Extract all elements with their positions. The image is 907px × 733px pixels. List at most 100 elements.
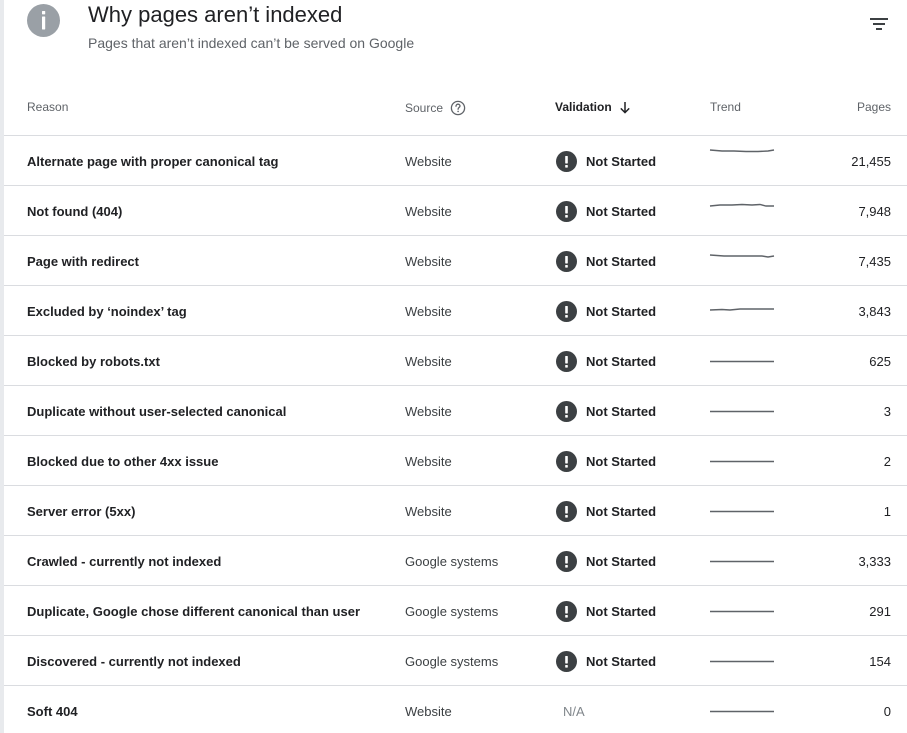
validation-label: Not Started bbox=[586, 303, 657, 319]
alert-icon bbox=[556, 150, 577, 172]
alert-icon bbox=[556, 450, 577, 472]
row-validation-status: Not Started bbox=[556, 336, 656, 386]
table-row[interactable]: Page with redirect Website Not Started 7,43… bbox=[4, 236, 907, 286]
validation-label: Not Started bbox=[586, 603, 657, 619]
row-reason: Duplicate, Google chose different canoni… bbox=[27, 603, 361, 619]
report-header: Why pages aren’t indexed Pages that aren… bbox=[0, 0, 907, 88]
row-pages-count: 154 bbox=[869, 653, 891, 669]
row-source: Google systems bbox=[405, 553, 499, 569]
row-pages-count: 1 bbox=[883, 503, 891, 519]
page-subtitle: Pages that aren’t indexed can’t be serve… bbox=[88, 35, 415, 51]
column-trend: Trend bbox=[710, 100, 741, 114]
row-reason: Blocked due to other 4xx issue bbox=[27, 453, 219, 469]
alert-icon bbox=[556, 300, 577, 322]
table-row[interactable]: Alternate page with proper canonical tag… bbox=[4, 136, 907, 186]
page-title: Why pages aren’t indexed bbox=[88, 2, 343, 27]
row-reason: Duplicate without user-selected canonica… bbox=[27, 403, 287, 419]
filter-icon bbox=[870, 18, 888, 30]
row-validation-status: Not Started bbox=[556, 236, 656, 286]
row-source: Website bbox=[405, 503, 452, 519]
row-source: Website bbox=[405, 703, 452, 719]
help-icon[interactable] bbox=[450, 100, 466, 116]
row-source: Website bbox=[405, 353, 452, 369]
table-row[interactable]: Soft 404 Website N/A 0 bbox=[4, 686, 907, 733]
info-icon bbox=[27, 4, 60, 37]
table-row[interactable]: Discovered - currently not indexed Google… bbox=[4, 636, 907, 686]
alert-icon bbox=[556, 650, 577, 672]
row-reason: Discovered - currently not indexed bbox=[27, 653, 241, 669]
validation-label: Not Started bbox=[586, 253, 657, 269]
row-reason: Excluded by ‘noindex’ tag bbox=[27, 303, 187, 319]
table-row[interactable]: Duplicate without user-selected canonica… bbox=[4, 386, 907, 436]
alert-icon bbox=[556, 200, 577, 222]
row-source: Website bbox=[405, 303, 452, 319]
table-row[interactable]: Duplicate, Google chose different canoni… bbox=[4, 586, 907, 636]
row-validation-status: N/A bbox=[563, 686, 585, 733]
row-source: Website bbox=[405, 253, 452, 269]
row-pages-count: 3 bbox=[883, 403, 891, 419]
table-header: Reason Source Validation Trend Pages bbox=[4, 84, 907, 136]
issues-table: Reason Source Validation Trend Pages Alt… bbox=[4, 84, 907, 733]
validation-label: N/A bbox=[563, 703, 585, 719]
row-validation-status: Not Started bbox=[556, 636, 656, 686]
column-reason[interactable]: Reason bbox=[27, 100, 68, 114]
validation-label: Not Started bbox=[586, 153, 657, 169]
row-reason: Soft 404 bbox=[27, 703, 78, 719]
validation-label: Not Started bbox=[586, 453, 657, 469]
table-row[interactable]: Not found (404) Website Not Started 7,948 bbox=[4, 186, 907, 236]
row-validation-status: Not Started bbox=[556, 186, 656, 236]
column-validation-sorted[interactable]: Validation bbox=[555, 100, 631, 114]
row-reason: Blocked by robots.txt bbox=[27, 353, 160, 369]
row-validation-status: Not Started bbox=[556, 486, 656, 536]
row-pages-count: 3,333 bbox=[858, 553, 891, 569]
alert-icon bbox=[556, 350, 577, 372]
alert-icon bbox=[556, 250, 577, 272]
row-reason: Server error (5xx) bbox=[27, 503, 136, 519]
alert-icon bbox=[556, 400, 577, 422]
row-pages-count: 3,843 bbox=[858, 303, 891, 319]
validation-label: Not Started bbox=[586, 503, 657, 519]
validation-label: Not Started bbox=[586, 353, 657, 369]
row-trend-sparkline bbox=[710, 386, 774, 436]
table-row[interactable]: Blocked due to other 4xx issue Website Not… bbox=[4, 436, 907, 486]
column-pages[interactable]: Pages bbox=[857, 100, 891, 114]
table-row[interactable]: Server error (5xx) Website Not Started 1 bbox=[4, 486, 907, 536]
row-pages-count: 2 bbox=[883, 453, 891, 469]
alert-icon bbox=[556, 550, 577, 572]
row-source: Website bbox=[405, 403, 452, 419]
row-trend-sparkline bbox=[709, 236, 775, 286]
row-source: Google systems bbox=[405, 603, 499, 619]
filter-button[interactable] bbox=[866, 12, 892, 36]
validation-label: Not Started bbox=[586, 203, 657, 219]
alert-icon bbox=[556, 500, 577, 522]
row-validation-status: Not Started bbox=[556, 586, 656, 636]
row-validation-status: Not Started bbox=[556, 536, 656, 586]
column-source[interactable]: Source bbox=[405, 100, 466, 116]
row-pages-count: 7,948 bbox=[858, 203, 891, 219]
row-trend-sparkline bbox=[710, 336, 774, 386]
row-trend-sparkline bbox=[710, 636, 774, 686]
row-trend-sparkline bbox=[710, 486, 774, 536]
table-row[interactable]: Blocked by robots.txt Website Not Started 6… bbox=[4, 336, 907, 386]
row-source: Website bbox=[405, 453, 452, 469]
row-pages-count: 291 bbox=[869, 603, 891, 619]
row-validation-status: Not Started bbox=[556, 136, 656, 186]
row-reason: Crawled - currently not indexed bbox=[27, 553, 222, 569]
row-source: Website bbox=[405, 203, 452, 219]
row-reason: Not found (404) bbox=[27, 203, 123, 219]
row-trend-sparkline bbox=[709, 186, 774, 236]
row-validation-status: Not Started bbox=[556, 286, 656, 336]
row-trend-sparkline bbox=[710, 586, 774, 636]
row-trend-sparkline bbox=[710, 686, 774, 733]
row-validation-status: Not Started bbox=[556, 436, 656, 486]
row-pages-count: 0 bbox=[883, 703, 891, 719]
row-reason: Page with redirect bbox=[27, 253, 139, 269]
table-row[interactable]: Excluded by ‘noindex’ tag Website Not Star… bbox=[4, 286, 907, 336]
table-row[interactable]: Crawled - currently not indexed Google sy… bbox=[4, 536, 907, 586]
table-body: Alternate page with proper canonical tag… bbox=[4, 136, 907, 733]
row-source: Google systems bbox=[405, 653, 499, 669]
row-trend-sparkline bbox=[709, 136, 775, 186]
row-trend-sparkline bbox=[710, 536, 774, 586]
row-pages-count: 7,435 bbox=[858, 253, 891, 269]
row-pages-count: 21,455 bbox=[851, 153, 891, 169]
